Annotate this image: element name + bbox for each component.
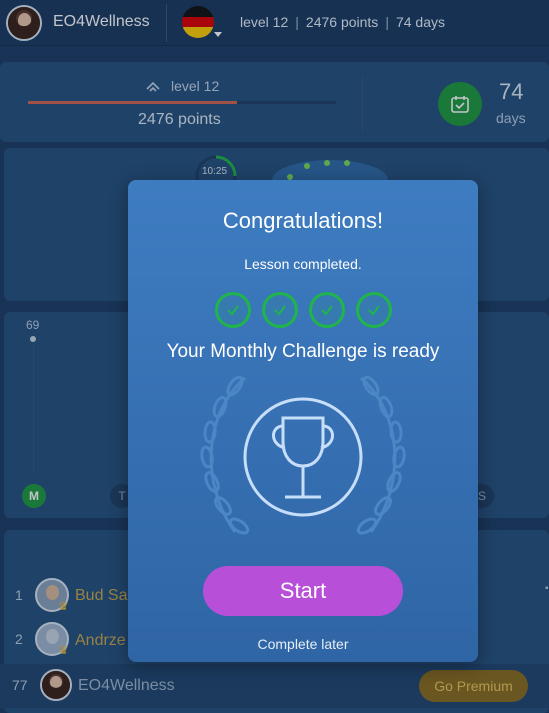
check-circle-icon: [309, 292, 345, 328]
trophy-laurel-icon: [200, 375, 406, 535]
check-circle-icon: [356, 292, 392, 328]
lesson-complete-dialog: Congratulations! Lesson completed. Your …: [128, 180, 478, 662]
challenge-text: Your Monthly Challenge is ready: [166, 341, 440, 362]
check-circle-icon: [262, 292, 298, 328]
check-circle-icon: [215, 292, 251, 328]
complete-later-link[interactable]: Complete later: [128, 636, 478, 652]
completed-checks: [215, 292, 392, 328]
start-challenge-button[interactable]: Start: [203, 566, 403, 616]
dialog-subtitle: Lesson completed.: [244, 256, 362, 272]
dialog-title: Congratulations!: [222, 208, 384, 233]
